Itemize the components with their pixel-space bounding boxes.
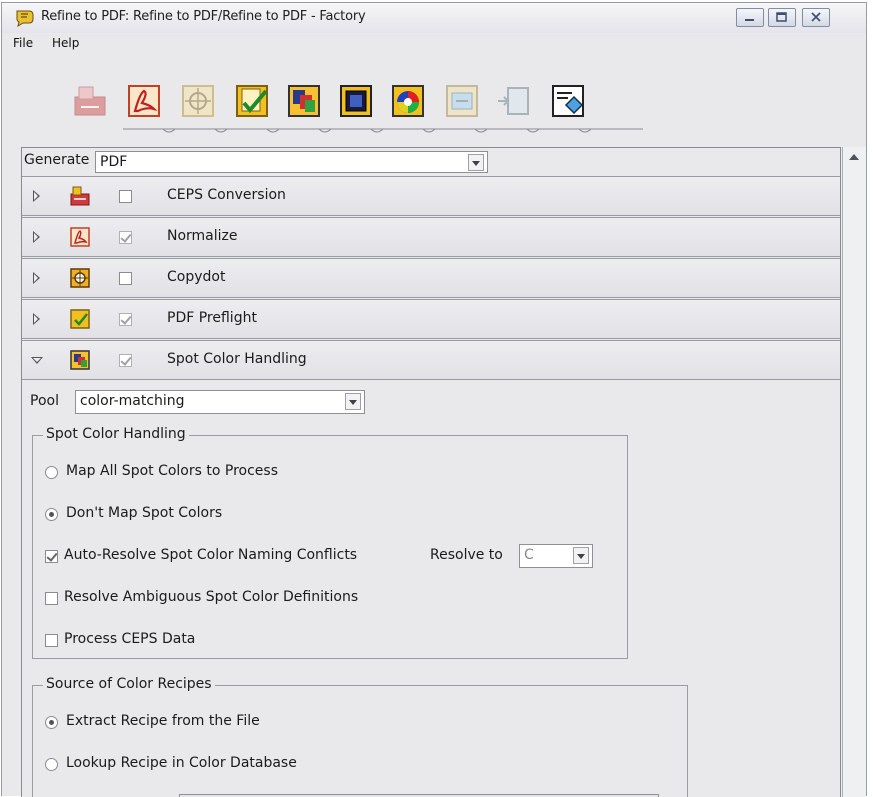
copydot-icon [70, 268, 90, 288]
pdf-preflight-checkbox[interactable] [119, 313, 132, 326]
auto-resolve-label[interactable]: Auto-Resolve Spot Color Naming Conflicts [64, 547, 357, 563]
maximize-icon [776, 12, 787, 22]
minimize-button[interactable] [736, 8, 764, 27]
app-icon [16, 10, 34, 27]
process-ceps-label[interactable]: Process CEPS Data [64, 631, 195, 647]
spot-color-handling-checkbox[interactable] [119, 354, 132, 367]
expand-arrow-icon[interactable] [33, 190, 40, 202]
extract-recipe-label[interactable]: Extract Recipe from the File [66, 713, 260, 729]
pool-value: color-matching [80, 393, 185, 409]
menu-file[interactable]: File [13, 36, 33, 50]
map-all-radio[interactable] [45, 466, 58, 479]
lookup-recipe-radio[interactable] [45, 758, 58, 771]
expand-arrow-icon[interactable] [33, 231, 40, 243]
section-label: Normalize [167, 228, 238, 244]
toolbar-copydot-button[interactable] [180, 83, 216, 119]
close-button[interactable] [802, 8, 830, 27]
toolbar-pdf-preflight-button[interactable] [234, 83, 270, 119]
section-pdf-preflight[interactable]: PDF Preflight [22, 299, 840, 339]
resolve-to-label: Resolve to [430, 547, 503, 563]
spot-color-icon [288, 85, 320, 117]
process-ceps-checkbox[interactable] [45, 634, 58, 647]
section-ceps-conversion[interactable]: CEPS Conversion [22, 176, 840, 216]
generate-label: Generate [24, 152, 90, 168]
resolve-to-value: C [524, 547, 534, 563]
pdf-preflight-icon [236, 85, 268, 117]
group-legend: Spot Color Handling [43, 426, 189, 442]
copydot-checkbox[interactable] [119, 272, 132, 285]
section-normalize[interactable]: Normalize [22, 217, 840, 257]
expand-arrow-icon[interactable] [33, 272, 40, 284]
resolve-ambiguous-checkbox[interactable] [45, 592, 58, 605]
normalize-icon [128, 85, 160, 117]
normalize-checkbox[interactable] [119, 231, 132, 244]
lookup-recipe-label[interactable]: Lookup Recipe in Color Database [66, 755, 297, 771]
toolbar-rail [123, 128, 643, 133]
resolve-ambiguous-label[interactable]: Resolve Ambiguous Spot Color Definitions [64, 589, 358, 605]
toolbar-normalize-button[interactable] [126, 83, 162, 119]
generate-value: PDF [100, 154, 128, 170]
section-label: Spot Color Handling [167, 351, 307, 367]
expand-arrow-icon[interactable] [33, 313, 40, 325]
toolbar-spot-color-button[interactable] [286, 83, 322, 119]
scroll-up-arrow-icon[interactable] [849, 154, 859, 160]
map-all-label[interactable]: Map All Spot Colors to Process [66, 463, 278, 479]
window-title: Refine to PDF: Refine to PDF/Refine to P… [41, 9, 366, 24]
toolbar-page-insert-button[interactable] [496, 83, 532, 119]
title-bar[interactable]: Refine to PDF: Refine to PDF/Refine to P… [2, 3, 866, 33]
output-icon [552, 85, 584, 117]
toolbar-imposition-button[interactable] [444, 83, 480, 119]
minimize-icon [745, 19, 754, 21]
color-recipes-group: Source of Color Recipes Extract Recipe f… [32, 676, 688, 797]
section-label: PDF Preflight [167, 310, 257, 326]
pdf-preflight-icon [70, 309, 90, 329]
chevron-down-icon [573, 547, 589, 564]
menu-help[interactable]: Help [52, 36, 79, 50]
page-insert-icon [498, 87, 529, 115]
ceps-conversion-checkbox[interactable] [119, 190, 132, 203]
close-icon [811, 12, 821, 22]
spot-color-handling-group: Spot Color Handling Map All Spot Colors … [32, 426, 628, 659]
group-legend: Source of Color Recipes [43, 676, 215, 692]
pool-select[interactable]: color-matching [75, 390, 365, 414]
copydot-icon [182, 85, 214, 117]
section-spot-color-handling[interactable]: Spot Color Handling [22, 340, 840, 380]
maximize-button[interactable] [768, 8, 796, 27]
spot-color-icon [70, 350, 90, 370]
generate-select[interactable]: PDF [95, 151, 488, 173]
section-label: Copydot [167, 269, 226, 285]
section-label: CEPS Conversion [167, 187, 286, 203]
toolbar-ceps-conversion-button[interactable] [73, 83, 109, 119]
generate-row: Generate PDF [22, 148, 840, 174]
normalize-icon [70, 227, 90, 247]
auto-resolve-checkbox[interactable] [45, 550, 58, 563]
chevron-down-icon [345, 393, 361, 410]
frame-icon [340, 85, 372, 117]
resolve-to-select[interactable]: C [519, 544, 593, 568]
application-window: Refine to PDF: Refine to PDF/Refine to P… [1, 2, 867, 797]
imposition-icon [446, 85, 478, 117]
menu-bar: File Help [2, 33, 866, 55]
toolbar-color-wheel-button[interactable] [390, 83, 426, 119]
settings-panel: Generate PDF CEPS Conversion Normalize C… [21, 147, 841, 797]
dont-map-radio[interactable] [45, 508, 58, 521]
toolbar-output-button[interactable] [550, 83, 586, 119]
toolbar-frame-button[interactable] [338, 83, 374, 119]
ceps-conversion-icon [74, 86, 106, 116]
chevron-down-icon [468, 154, 484, 171]
pool-label: Pool [30, 393, 59, 409]
collapse-arrow-icon[interactable] [31, 357, 43, 364]
section-copydot[interactable]: Copydot [22, 258, 840, 298]
color-wheel-icon [392, 85, 424, 117]
vertical-scrollbar[interactable] [842, 147, 866, 797]
ceps-conversion-icon [70, 186, 90, 206]
extract-recipe-radio[interactable] [45, 716, 58, 729]
dont-map-label[interactable]: Don't Map Spot Colors [66, 505, 222, 521]
toolbar [2, 55, 866, 147]
